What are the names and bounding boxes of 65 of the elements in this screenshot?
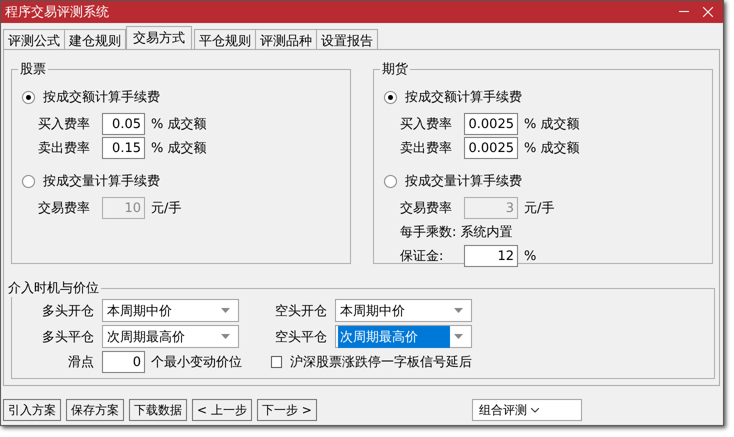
field-label: 卖出费率 <box>400 140 453 157</box>
input-field[interactable]: 0 <box>102 351 145 373</box>
radio-label: 按成交额计算手续费 <box>405 89 522 106</box>
tab[interactable]: 设置报告 <box>316 29 378 49</box>
radio-label: 按成交量计算手续费 <box>405 173 522 190</box>
window-title: 程序交易评测系统 <box>5 4 110 21</box>
toolbar-button[interactable]: < 上一步 <box>192 399 252 421</box>
group-title: 期货 <box>381 61 409 78</box>
input-field[interactable]: 0.0025 <box>464 113 518 135</box>
close-icon[interactable] <box>703 7 713 17</box>
dropdown[interactable]: 本周期中价 <box>102 299 239 322</box>
caret-icon <box>221 334 230 339</box>
dropdown[interactable]: 本周期中价 <box>335 299 472 322</box>
input-field[interactable]: 0.15 <box>102 137 145 159</box>
tab[interactable]: 评测公式 <box>3 29 65 49</box>
dropdown[interactable]: 次周期最高价 <box>335 325 472 348</box>
radio-button[interactable] <box>22 90 35 104</box>
tab[interactable]: 评测品种 <box>255 29 317 49</box>
field-label: 保证金: <box>400 248 444 265</box>
unit-label: % 成交额 <box>151 140 208 157</box>
tab[interactable]: 交易方式 <box>126 26 192 49</box>
unit-label: % 成交额 <box>151 116 208 133</box>
field-label: 卖出费率 <box>38 140 91 157</box>
field-label: 滑点 <box>67 354 94 371</box>
unit-label: % 成交额 <box>524 140 580 157</box>
note-text: 每手乘数: 系统内置 <box>400 224 513 241</box>
radio-button[interactable] <box>384 90 397 104</box>
unit-label: 个最小变动价位 <box>151 354 242 371</box>
group-title: 介入时机与价位 <box>7 280 100 297</box>
input-field[interactable]: 12 <box>464 245 518 267</box>
select-label: 空头平仓 <box>274 328 327 346</box>
dropdown[interactable]: 次周期最高价 <box>102 325 239 348</box>
tab[interactable]: 平仓规则 <box>194 29 256 49</box>
caret-icon <box>221 308 230 313</box>
tab[interactable]: 建仓规则 <box>64 29 126 49</box>
radio-label: 按成交额计算手续费 <box>43 89 160 106</box>
chevron-icon <box>530 408 539 412</box>
caret-icon <box>454 308 463 313</box>
combo-box[interactable]: 组合评测 <box>472 399 582 421</box>
field-label: 买入费率 <box>38 116 91 133</box>
combo-value: 组合评测 <box>478 402 527 418</box>
unit-label: % 成交额 <box>524 116 580 133</box>
select-label: 多头平仓 <box>41 328 94 346</box>
caret-icon <box>454 334 463 339</box>
checkbox[interactable] <box>271 356 282 368</box>
toolbar-button[interactable]: 保存方案 <box>66 399 124 421</box>
minimize-icon[interactable] <box>679 11 689 13</box>
unit-label: 元/手 <box>151 200 182 217</box>
unit-label: % <box>524 248 538 264</box>
radio-button[interactable] <box>22 174 35 188</box>
input-field[interactable]: 0.0025 <box>464 137 518 159</box>
input-field[interactable]: 0.05 <box>102 113 145 135</box>
radio-button[interactable] <box>384 174 397 188</box>
toolbar-button[interactable]: 引入方案 <box>3 399 61 421</box>
toolbar-button[interactable]: 下载数据 <box>129 399 187 421</box>
unit-label: 元/手 <box>524 200 556 217</box>
group-title: 股票 <box>19 61 47 78</box>
checkbox-label: 沪深股票涨跌停一字板信号延后 <box>290 354 472 371</box>
field-label: 交易费率 <box>38 200 91 217</box>
toolbar-button[interactable]: 下一步 > <box>256 399 317 421</box>
field-label: 买入费率 <box>400 116 453 133</box>
radio-label: 按成交量计算手续费 <box>43 173 160 190</box>
field-label: 交易费率 <box>400 200 453 217</box>
select-label: 多头开仓 <box>41 302 94 320</box>
select-label: 空头开仓 <box>274 302 327 320</box>
